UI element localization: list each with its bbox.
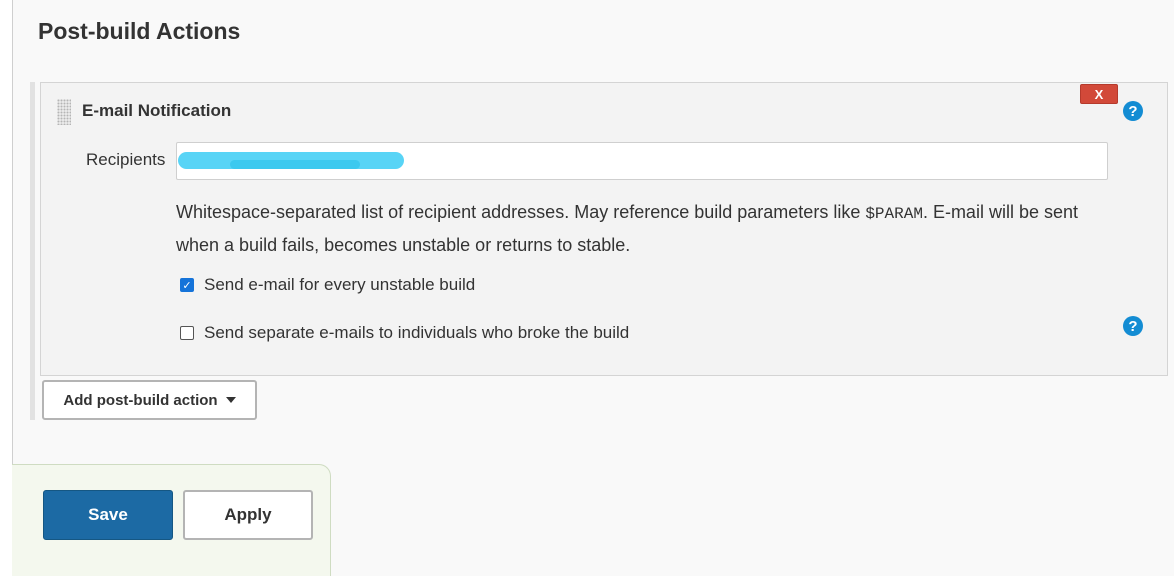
help-text-code: $PARAM	[865, 205, 923, 223]
recipients-help-text: Whitespace-separated list of recipient a…	[176, 197, 1106, 261]
save-button[interactable]: Save	[43, 490, 173, 540]
help-icon[interactable]: ?	[1123, 316, 1143, 336]
section-title: Post-build Actions	[38, 18, 241, 44]
recipients-label: Recipients	[86, 150, 166, 169]
section-indent-bar	[30, 82, 35, 420]
help-text-part: Whitespace-separated list of recipient a…	[176, 202, 866, 222]
delete-action-button[interactable]: X	[1080, 84, 1118, 104]
unstable-build-option: ✓ Send e-mail for every unstable build	[180, 275, 475, 295]
checkbox-label: Send e-mail for every unstable build	[204, 275, 476, 294]
help-icon[interactable]: ?	[1123, 101, 1143, 121]
caret-down-icon	[225, 397, 236, 403]
add-post-build-action-button[interactable]: Add post-build action	[42, 380, 257, 420]
checkbox-label: Send separate e-mails to individuals who…	[204, 323, 630, 342]
redaction-mark	[230, 160, 360, 169]
apply-button[interactable]: Apply	[183, 490, 313, 540]
drag-handle-icon[interactable]	[57, 99, 71, 125]
add-action-label: Add post-build action	[63, 391, 218, 409]
unstable-build-checkbox[interactable]: ✓	[180, 278, 194, 292]
separate-emails-option: Send separate e-mails to individuals who…	[180, 323, 629, 343]
separate-emails-checkbox[interactable]	[180, 326, 194, 340]
panel-title: E-mail Notification	[82, 101, 232, 120]
